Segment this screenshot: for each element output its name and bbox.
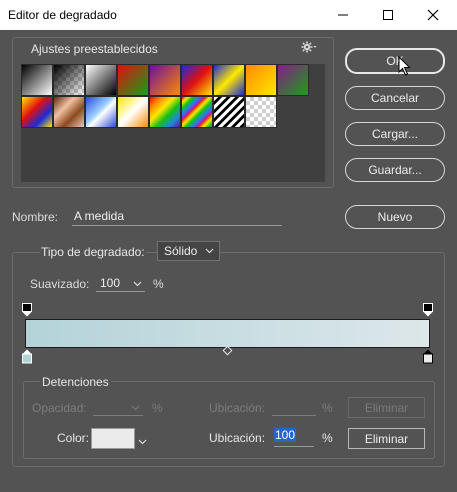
color-stop-left[interactable] [22,349,32,364]
smoothness-label: Suavizado: [30,277,90,291]
preset-swatch[interactable] [149,96,181,128]
name-input[interactable]: A medida [72,206,282,226]
ok-button[interactable]: OK [345,48,445,74]
gear-icon[interactable] [301,41,317,56]
chevron-down-icon [133,281,142,287]
preset-swatch[interactable] [85,96,117,128]
opacity-delete-button[interactable]: Eliminar [348,397,425,418]
color-delete-button[interactable]: Eliminar [348,428,425,449]
opacity-location-unit: % [322,401,333,415]
preset-swatch[interactable] [245,64,277,96]
preset-swatch[interactable] [213,96,245,128]
minimize-button[interactable] [320,0,365,30]
gradient-bar[interactable] [25,319,430,348]
opacity-location-label: Ubicación: [209,401,266,415]
preset-swatch[interactable] [53,64,85,96]
color-label: Color: [57,431,90,445]
window-title: Editor de degradado [8,8,117,22]
preset-swatch[interactable] [85,64,117,96]
maximize-icon [382,10,393,20]
maximize-button[interactable] [365,0,410,30]
mouse-cursor-icon [398,55,412,79]
gradient-type-select[interactable]: Sólido [157,241,220,261]
preset-swatch[interactable] [117,96,149,128]
preset-swatch[interactable] [181,64,213,96]
preset-swatch[interactable] [181,96,213,128]
minimize-icon [337,14,348,16]
opacity-location-input[interactable] [272,398,316,416]
preset-swatch[interactable] [245,96,277,128]
preset-swatch[interactable] [21,64,53,96]
close-button[interactable] [410,0,455,30]
name-label: Nombre: [12,210,59,224]
save-button[interactable]: Guardar... [345,158,445,182]
color-dropdown[interactable] [138,434,147,448]
cancel-button[interactable]: Cancelar [345,86,445,110]
chevron-down-icon [131,405,140,411]
color-location-value: 100 [274,428,297,442]
new-button[interactable]: Nuevo [345,205,445,229]
chevron-down-icon [205,248,214,254]
opacity-stop-left[interactable] [22,303,32,317]
preset-swatch[interactable] [53,96,85,128]
opacity-unit: % [152,401,163,415]
preset-swatch[interactable] [21,96,53,128]
color-stop-right-selected[interactable] [423,349,433,364]
preset-swatch[interactable] [117,64,149,96]
load-button[interactable]: Cargar... [345,122,445,146]
color-location-label: Ubicación: [209,431,266,445]
preset-swatch[interactable] [213,64,245,96]
gradient-type-value: Sólido [164,244,198,258]
close-icon [427,9,438,21]
opacity-input[interactable] [93,398,143,416]
gradient-type-label: Tipo de degradado: [40,245,146,259]
presets-title: Ajustes preestablecidos [30,42,159,56]
preset-swatch[interactable] [149,64,181,96]
color-swatch[interactable] [91,428,135,449]
smoothness-input[interactable]: 100 [96,274,145,292]
preset-swatch-grid [21,64,325,182]
opacity-stop-right[interactable] [423,303,433,317]
preset-swatch[interactable] [277,64,309,96]
opacity-label: Opacidad: [32,401,87,415]
chevron-down-icon [138,439,147,445]
smoothness-unit: % [153,277,164,291]
color-location-unit: % [322,431,333,445]
color-location-input[interactable]: 100 [274,428,314,447]
smoothness-value: 100 [100,275,121,290]
stops-title: Detenciones [40,375,111,389]
